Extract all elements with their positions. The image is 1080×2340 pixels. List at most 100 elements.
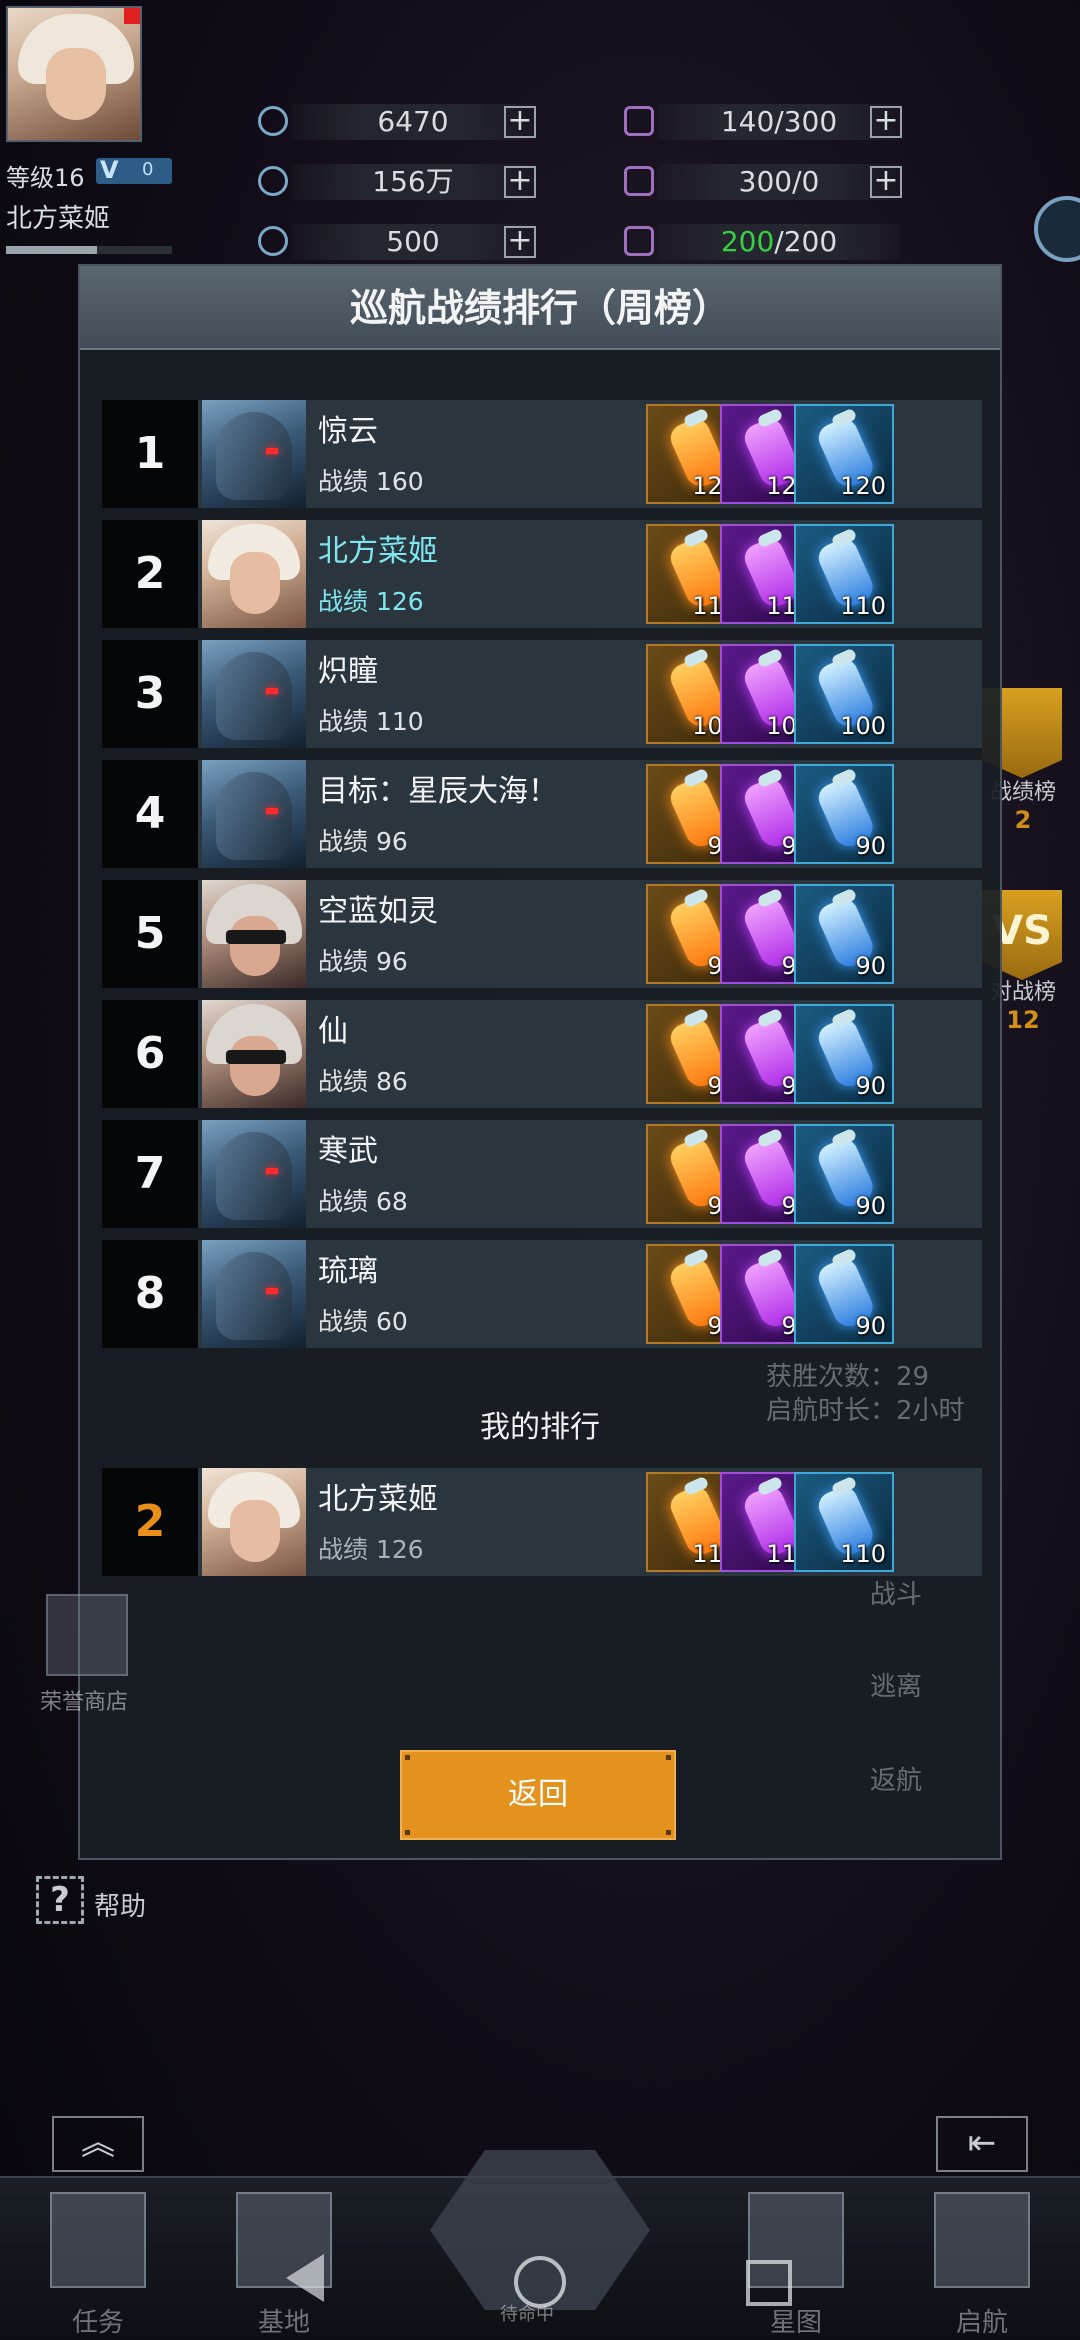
help-icon[interactable]: ? xyxy=(36,1876,84,1924)
player-portrait[interactable] xyxy=(202,1468,306,1576)
blue-potion-icon[interactable]: 110 xyxy=(794,524,894,624)
blue-potion-icon[interactable]: 90 xyxy=(794,1004,894,1104)
player-score: 战绩 96 xyxy=(318,947,408,976)
player-name: 惊云 xyxy=(318,414,378,449)
modal-header: 巡航战绩排行（周榜） xyxy=(80,266,1000,350)
ranking-row[interactable]: 4目标：星辰大海！战绩 96909090 xyxy=(102,760,982,868)
player-portrait[interactable] xyxy=(202,520,306,628)
triangle-emblem-icon xyxy=(258,106,288,136)
player-avatar[interactable] xyxy=(6,6,142,142)
ranking-row[interactable]: 3 炽瞳 战绩 110 100 100 100 xyxy=(102,640,982,748)
reward-quantity: 110 xyxy=(840,592,886,620)
player-score: 战绩 110 xyxy=(318,707,424,736)
leaf-badge-icon xyxy=(624,166,654,196)
player-score: 战绩 60 xyxy=(318,1307,408,1336)
vip-badge[interactable]: V 0 xyxy=(96,156,172,184)
nav-base[interactable]: 基地 xyxy=(224,2192,344,2339)
player-score: 战绩 126 xyxy=(318,587,424,616)
player-name: 北方菜姬 xyxy=(318,534,438,569)
chat-bot-button[interactable] xyxy=(1034,196,1080,262)
player-name: 炽瞳 xyxy=(318,654,378,689)
ranking-modal: 巡航战绩排行（周榜） 1 惊云 战绩 160 120 120 120 2 北方菜姬 战绩 126… xyxy=(78,264,1002,1860)
system-recents-icon[interactable] xyxy=(746,2260,792,2306)
reward-quantity: 110 xyxy=(840,1540,886,1568)
reward-quantity: 90 xyxy=(855,1072,886,1100)
player-name: 目标：星辰大海！ xyxy=(318,774,558,809)
player-portrait[interactable] xyxy=(202,1000,306,1108)
shield-badge-icon xyxy=(624,226,654,256)
blue-potion-icon[interactable]: 100 xyxy=(794,644,894,744)
blue-potion-icon[interactable]: 110 xyxy=(794,1472,894,1572)
player-name: 寒武 xyxy=(318,1134,378,1169)
player-portrait[interactable] xyxy=(202,1240,306,1348)
ranking-row[interactable]: 1 惊云 战绩 160 120 120 120 xyxy=(102,400,982,508)
player-name: 北方菜姬 xyxy=(6,204,111,234)
rank-number: 7 xyxy=(102,1120,198,1228)
help-label[interactable]: 帮助 xyxy=(94,1886,146,1923)
modal-title: 巡航战绩排行（周榜） xyxy=(349,286,730,330)
add-resource-button[interactable]: + xyxy=(504,166,536,198)
reward-quantity: 90 xyxy=(855,952,886,980)
ranking-row[interactable]: 8琉璃战绩 60909090 xyxy=(102,1240,982,1348)
player-portrait[interactable] xyxy=(202,1120,306,1228)
rank-number: 8 xyxy=(102,1240,198,1348)
escape-option[interactable]: 逃离 xyxy=(870,1666,922,1703)
player-score: 战绩 86 xyxy=(318,1067,408,1096)
fuel-drop-icon xyxy=(624,106,654,136)
ranking-row[interactable]: 6仙战绩 86909090 xyxy=(102,1000,982,1108)
rank-number: 2 xyxy=(102,520,198,628)
player-portrait[interactable] xyxy=(202,640,306,748)
rank-number: 5 xyxy=(102,880,198,988)
voyage-time-text: 启航时长：2小时 xyxy=(766,1396,965,1426)
nav-tasks[interactable]: 任务 xyxy=(38,2192,158,2339)
honor-shop-label[interactable]: 荣誉商店 xyxy=(40,1684,128,1716)
refresh-coin-icon xyxy=(258,166,288,196)
reward-quantity: 120 xyxy=(840,472,886,500)
player-name: 北方菜姬 xyxy=(318,1482,438,1517)
rank-number: 1 xyxy=(102,400,198,508)
ranking-row[interactable]: 5空蓝如灵战绩 96909090 xyxy=(102,880,982,988)
nav-launch[interactable]: 启航 xyxy=(922,2192,1042,2339)
blue-potion-icon[interactable]: 90 xyxy=(794,1244,894,1344)
wins-text: 获胜次数：29 xyxy=(766,1362,930,1392)
expand-up-icon[interactable]: ︽ xyxy=(52,2116,144,2172)
add-resource-button[interactable]: + xyxy=(504,106,536,138)
player-score: 战绩 68 xyxy=(318,1187,408,1216)
blue-potion-icon[interactable]: 90 xyxy=(794,764,894,864)
player-score: 战绩 126 xyxy=(318,1535,424,1564)
player-score: 战绩 96 xyxy=(318,827,408,856)
player-portrait[interactable] xyxy=(202,760,306,868)
rank-number: 2 xyxy=(102,1468,198,1576)
player-level: 等级16 xyxy=(6,164,85,192)
exit-icon[interactable]: ⇤ xyxy=(936,2116,1028,2172)
system-back-icon[interactable] xyxy=(286,2254,324,2302)
system-home-icon[interactable] xyxy=(514,2256,566,2308)
rank-number: 4 xyxy=(102,760,198,868)
return-button[interactable]: 返回 xyxy=(400,1750,676,1840)
add-resource-button[interactable]: + xyxy=(870,106,902,138)
blue-potion-icon[interactable]: 120 xyxy=(794,404,894,504)
resource-value: 200/200 xyxy=(658,224,900,260)
ranking-row[interactable]: 2 北方菜姬 战绩 126 110 110 110 xyxy=(102,520,982,628)
return-voyage-option[interactable]: 返航 xyxy=(870,1760,922,1797)
honor-shop-icon[interactable] xyxy=(46,1594,128,1676)
add-resource-button[interactable]: + xyxy=(870,166,902,198)
notification-dot xyxy=(124,8,140,24)
ranking-row[interactable]: 7寒武战绩 68909090 xyxy=(102,1120,982,1228)
add-resource-button[interactable]: + xyxy=(504,226,536,258)
wrench-icon xyxy=(934,2192,1030,2288)
fight-option[interactable]: 战斗 xyxy=(870,1574,922,1611)
resource-value: 300/0 xyxy=(658,164,900,200)
clipboard-icon xyxy=(50,2192,146,2288)
resource-value: 156万 xyxy=(292,164,534,200)
resource-value: 500 xyxy=(292,224,534,260)
resource-value: 6470 xyxy=(292,104,534,140)
blue-potion-icon[interactable]: 90 xyxy=(794,1124,894,1224)
player-name: 仙 xyxy=(318,1014,348,1049)
reward-quantity: 90 xyxy=(855,1192,886,1220)
blue-potion-icon[interactable]: 90 xyxy=(794,884,894,984)
player-portrait[interactable] xyxy=(202,400,306,508)
my-rank-row[interactable]: 2 北方菜姬 战绩 126 110 110 110 xyxy=(102,1468,982,1576)
player-portrait[interactable] xyxy=(202,880,306,988)
resource-value: 140/300 xyxy=(658,104,900,140)
